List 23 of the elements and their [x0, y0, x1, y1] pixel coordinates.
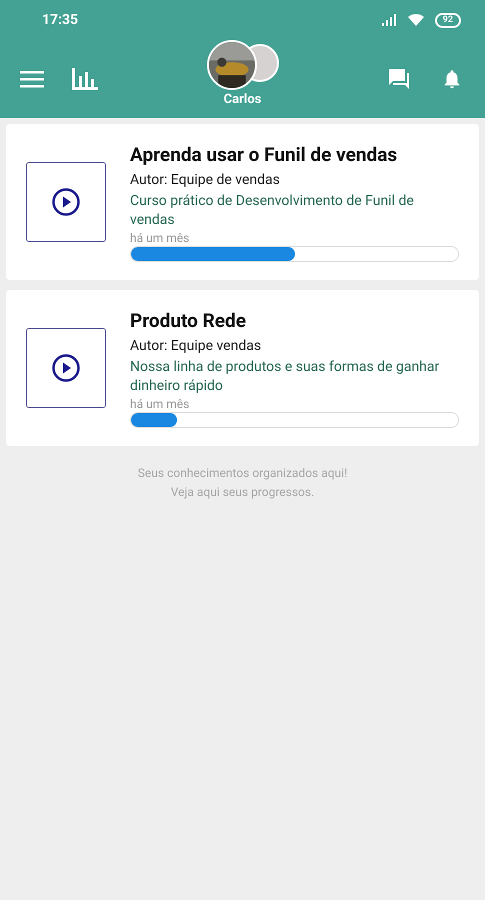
course-date: há um mês — [130, 396, 190, 412]
footer-text: Veja aqui seus progressos. — [170, 484, 314, 501]
chat-icon — [387, 67, 411, 91]
footer-text: Seus conhecimentos organizados aqui! — [138, 465, 348, 482]
course-description: Curso prático de Desenvolvimento de Funil de vendas — [130, 192, 415, 230]
course-card[interactable]: Aprenda usar o Funil de vendas Autor: Equipe de vendas Curso prático de Desenvolvimento de Funil de vendas há um mês — [6, 124, 479, 280]
status-time: 17:35 — [42, 10, 78, 30]
play-icon — [51, 187, 81, 217]
course-title: Produto Rede — [130, 308, 247, 334]
course-title: Aprenda usar o Funil de vendas — [130, 142, 398, 168]
signal-icon — [380, 14, 397, 26]
play-icon — [51, 353, 81, 383]
wifi-icon — [406, 13, 425, 27]
menu-icon — [20, 70, 44, 88]
messages-button[interactable] — [387, 67, 411, 91]
course-card[interactable]: Produto Rede Autor: Equipe vendas Nossa linha de produtos e suas formas de ganhar dinheiro rápido há um mês — [6, 290, 479, 446]
course-date: há um mês — [130, 230, 190, 246]
user-name: Carlos — [224, 91, 262, 109]
course-author: Autor: Equipe de vendas — [130, 171, 281, 190]
course-author: Autor: Equipe vendas — [130, 337, 262, 356]
bar-chart-icon — [72, 68, 98, 90]
course-description: Nossa linha de produtos e suas formas de ganhar dinheiro rápido — [130, 358, 440, 396]
battery-indicator: 92 — [434, 12, 461, 28]
